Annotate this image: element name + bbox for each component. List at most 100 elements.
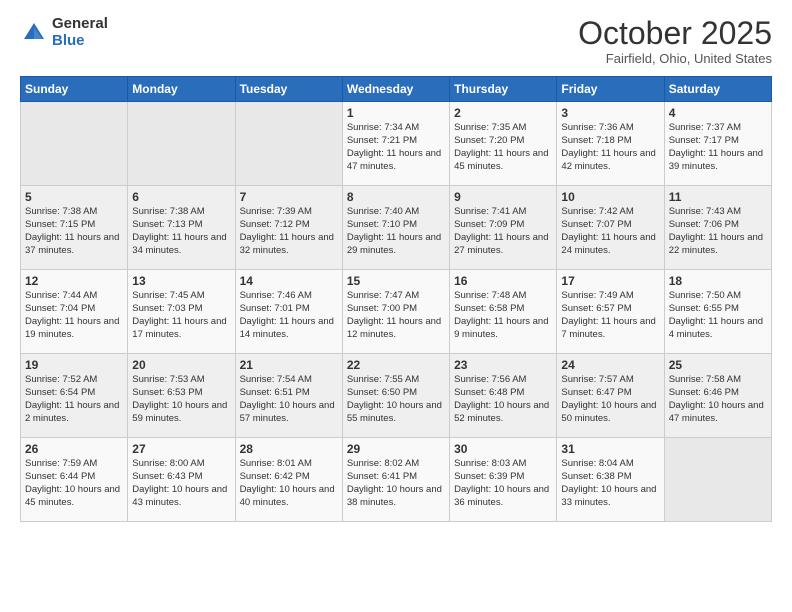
location: Fairfield, Ohio, United States bbox=[578, 51, 772, 66]
day-info: Sunrise: 7:48 AM Sunset: 6:58 PM Dayligh… bbox=[454, 290, 552, 341]
col-wednesday: Wednesday bbox=[342, 77, 449, 102]
day-info: Sunrise: 7:52 AM Sunset: 6:54 PM Dayligh… bbox=[25, 374, 123, 425]
day-number: 29 bbox=[347, 442, 445, 456]
day-info: Sunrise: 7:41 AM Sunset: 7:09 PM Dayligh… bbox=[454, 206, 552, 257]
day-info: Sunrise: 7:44 AM Sunset: 7:04 PM Dayligh… bbox=[25, 290, 123, 341]
day-number: 14 bbox=[240, 274, 338, 288]
day-number: 8 bbox=[347, 190, 445, 204]
day-cell: 21 Sunrise: 7:54 AM Sunset: 6:51 PM Dayli… bbox=[235, 354, 342, 438]
week-row-3: 19 Sunrise: 7:52 AM Sunset: 6:54 PM Dayli… bbox=[21, 354, 772, 438]
col-tuesday: Tuesday bbox=[235, 77, 342, 102]
day-info: Sunrise: 7:38 AM Sunset: 7:13 PM Dayligh… bbox=[132, 206, 230, 257]
week-row-0: 1 Sunrise: 7:34 AM Sunset: 7:21 PM Daylig… bbox=[21, 102, 772, 186]
day-cell: 29 Sunrise: 8:02 AM Sunset: 6:41 PM Dayli… bbox=[342, 438, 449, 522]
day-number: 2 bbox=[454, 106, 552, 120]
logo-general: General bbox=[52, 16, 108, 33]
day-number: 4 bbox=[669, 106, 767, 120]
day-info: Sunrise: 7:58 AM Sunset: 6:46 PM Dayligh… bbox=[669, 374, 767, 425]
day-info: Sunrise: 7:40 AM Sunset: 7:10 PM Dayligh… bbox=[347, 206, 445, 257]
day-info: Sunrise: 7:37 AM Sunset: 7:17 PM Dayligh… bbox=[669, 122, 767, 173]
day-cell: 8 Sunrise: 7:40 AM Sunset: 7:10 PM Daylig… bbox=[342, 186, 449, 270]
day-number: 12 bbox=[25, 274, 123, 288]
day-number: 31 bbox=[561, 442, 659, 456]
col-sunday: Sunday bbox=[21, 77, 128, 102]
day-number: 27 bbox=[132, 442, 230, 456]
day-number: 20 bbox=[132, 358, 230, 372]
day-number: 13 bbox=[132, 274, 230, 288]
day-cell: 15Sunrise: 7:47 AM Sunset: 7:00 PM Dayli… bbox=[342, 270, 449, 354]
header: General Blue October 2025 Fairfield, Ohi… bbox=[20, 16, 772, 66]
day-info: Sunrise: 7:54 AM Sunset: 6:51 PM Dayligh… bbox=[240, 374, 338, 425]
day-cell: 11Sunrise: 7:43 AM Sunset: 7:06 PM Dayli… bbox=[664, 186, 771, 270]
day-info: Sunrise: 7:45 AM Sunset: 7:03 PM Dayligh… bbox=[132, 290, 230, 341]
logo: General Blue bbox=[20, 16, 108, 49]
day-info: Sunrise: 7:59 AM Sunset: 6:44 PM Dayligh… bbox=[25, 458, 123, 509]
day-number: 19 bbox=[25, 358, 123, 372]
day-cell: 3 Sunrise: 7:36 AM Sunset: 7:18 PM Daylig… bbox=[557, 102, 664, 186]
day-number: 1 bbox=[347, 106, 445, 120]
day-info: Sunrise: 7:43 AM Sunset: 7:06 PM Dayligh… bbox=[669, 206, 767, 257]
day-info: Sunrise: 7:56 AM Sunset: 6:48 PM Dayligh… bbox=[454, 374, 552, 425]
col-thursday: Thursday bbox=[450, 77, 557, 102]
day-info: Sunrise: 7:57 AM Sunset: 6:47 PM Dayligh… bbox=[561, 374, 659, 425]
day-cell: 2Sunrise: 7:35 AM Sunset: 7:20 PM Daylig… bbox=[450, 102, 557, 186]
col-saturday: Saturday bbox=[664, 77, 771, 102]
day-cell: 28 Sunrise: 8:01 AM Sunset: 6:42 PM Dayli… bbox=[235, 438, 342, 522]
day-number: 17 bbox=[561, 274, 659, 288]
day-cell bbox=[664, 438, 771, 522]
day-info: Sunrise: 7:39 AM Sunset: 7:12 PM Dayligh… bbox=[240, 206, 338, 257]
day-number: 7 bbox=[240, 190, 338, 204]
logo-icon bbox=[20, 19, 48, 47]
day-cell: 30Sunrise: 8:03 AM Sunset: 6:39 PM Dayli… bbox=[450, 438, 557, 522]
day-number: 21 bbox=[240, 358, 338, 372]
day-info: Sunrise: 8:03 AM Sunset: 6:39 PM Dayligh… bbox=[454, 458, 552, 509]
day-info: Sunrise: 7:36 AM Sunset: 7:18 PM Dayligh… bbox=[561, 122, 659, 173]
day-number: 9 bbox=[454, 190, 552, 204]
day-cell: 6 Sunrise: 7:38 AM Sunset: 7:13 PM Daylig… bbox=[128, 186, 235, 270]
day-info: Sunrise: 7:42 AM Sunset: 7:07 PM Dayligh… bbox=[561, 206, 659, 257]
day-info: Sunrise: 7:46 AM Sunset: 7:01 PM Dayligh… bbox=[240, 290, 338, 341]
day-number: 3 bbox=[561, 106, 659, 120]
day-info: Sunrise: 7:38 AM Sunset: 7:15 PM Dayligh… bbox=[25, 206, 123, 257]
week-row-4: 26Sunrise: 7:59 AM Sunset: 6:44 PM Dayli… bbox=[21, 438, 772, 522]
day-cell bbox=[235, 102, 342, 186]
day-cell: 9 Sunrise: 7:41 AM Sunset: 7:09 PM Daylig… bbox=[450, 186, 557, 270]
day-cell: 26Sunrise: 7:59 AM Sunset: 6:44 PM Dayli… bbox=[21, 438, 128, 522]
day-info: Sunrise: 7:34 AM Sunset: 7:21 PM Dayligh… bbox=[347, 122, 445, 173]
day-number: 5 bbox=[25, 190, 123, 204]
day-cell: 20 Sunrise: 7:53 AM Sunset: 6:53 PM Dayli… bbox=[128, 354, 235, 438]
day-cell: 4 Sunrise: 7:37 AM Sunset: 7:17 PM Daylig… bbox=[664, 102, 771, 186]
day-cell: 31Sunrise: 8:04 AM Sunset: 6:38 PM Dayli… bbox=[557, 438, 664, 522]
day-cell: 17 Sunrise: 7:49 AM Sunset: 6:57 PM Dayli… bbox=[557, 270, 664, 354]
day-number: 22 bbox=[347, 358, 445, 372]
day-cell: 13 Sunrise: 7:45 AM Sunset: 7:03 PM Dayli… bbox=[128, 270, 235, 354]
day-cell: 19 Sunrise: 7:52 AM Sunset: 6:54 PM Dayli… bbox=[21, 354, 128, 438]
logo-text: General Blue bbox=[52, 16, 108, 49]
day-cell: 5 Sunrise: 7:38 AM Sunset: 7:15 PM Daylig… bbox=[21, 186, 128, 270]
day-cell bbox=[128, 102, 235, 186]
day-number: 10 bbox=[561, 190, 659, 204]
calendar-header: Sunday Monday Tuesday Wednesday Thursday… bbox=[21, 77, 772, 102]
calendar-body: 1 Sunrise: 7:34 AM Sunset: 7:21 PM Daylig… bbox=[21, 102, 772, 522]
day-cell: 14 Sunrise: 7:46 AM Sunset: 7:01 PM Dayli… bbox=[235, 270, 342, 354]
day-info: Sunrise: 8:01 AM Sunset: 6:42 PM Dayligh… bbox=[240, 458, 338, 509]
day-info: Sunrise: 7:49 AM Sunset: 6:57 PM Dayligh… bbox=[561, 290, 659, 341]
day-cell: 23 Sunrise: 7:56 AM Sunset: 6:48 PM Dayli… bbox=[450, 354, 557, 438]
week-row-2: 12 Sunrise: 7:44 AM Sunset: 7:04 PM Dayli… bbox=[21, 270, 772, 354]
day-cell: 12 Sunrise: 7:44 AM Sunset: 7:04 PM Dayli… bbox=[21, 270, 128, 354]
logo-blue: Blue bbox=[52, 33, 108, 50]
day-cell: 7 Sunrise: 7:39 AM Sunset: 7:12 PM Daylig… bbox=[235, 186, 342, 270]
day-info: Sunrise: 8:02 AM Sunset: 6:41 PM Dayligh… bbox=[347, 458, 445, 509]
day-cell: 18Sunrise: 7:50 AM Sunset: 6:55 PM Dayli… bbox=[664, 270, 771, 354]
calendar: Sunday Monday Tuesday Wednesday Thursday… bbox=[20, 76, 772, 522]
day-info: Sunrise: 7:55 AM Sunset: 6:50 PM Dayligh… bbox=[347, 374, 445, 425]
day-info: Sunrise: 7:53 AM Sunset: 6:53 PM Dayligh… bbox=[132, 374, 230, 425]
header-row: Sunday Monday Tuesday Wednesday Thursday… bbox=[21, 77, 772, 102]
day-number: 23 bbox=[454, 358, 552, 372]
day-number: 28 bbox=[240, 442, 338, 456]
day-number: 6 bbox=[132, 190, 230, 204]
day-cell: 16Sunrise: 7:48 AM Sunset: 6:58 PM Dayli… bbox=[450, 270, 557, 354]
col-friday: Friday bbox=[557, 77, 664, 102]
day-cell: 25Sunrise: 7:58 AM Sunset: 6:46 PM Dayli… bbox=[664, 354, 771, 438]
col-monday: Monday bbox=[128, 77, 235, 102]
